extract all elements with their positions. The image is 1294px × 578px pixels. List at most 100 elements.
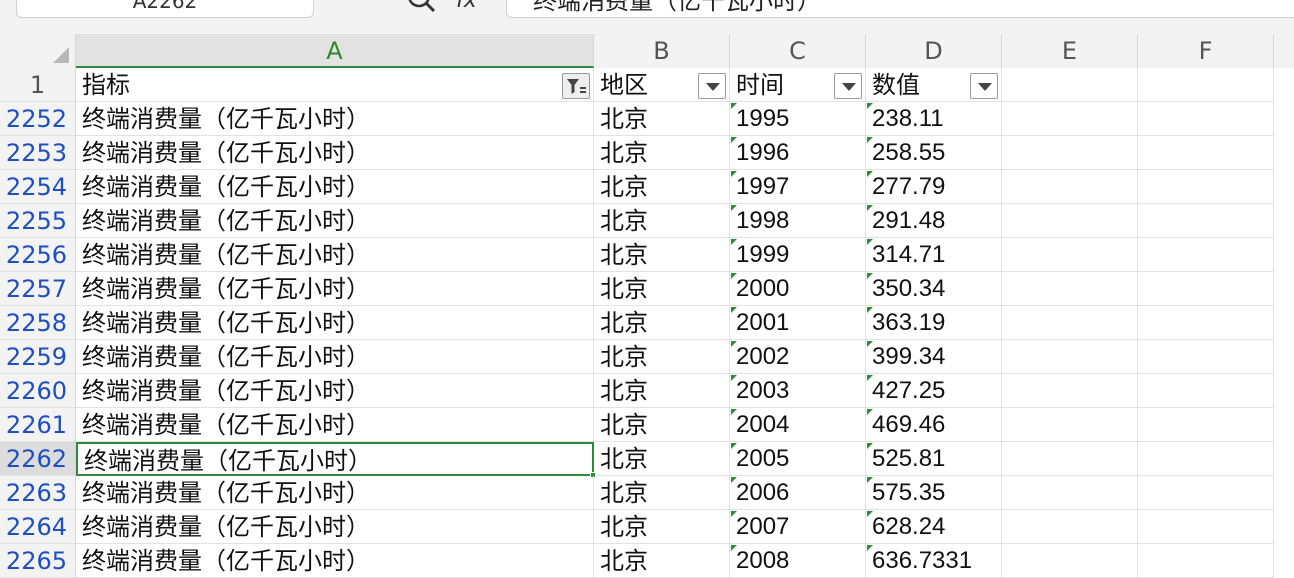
- empty-cell[interactable]: [1002, 170, 1138, 204]
- cell-year[interactable]: 2003: [730, 374, 866, 408]
- formula-input[interactable]: 终端消费量（亿千瓦小时）: [506, 0, 1294, 18]
- empty-cell[interactable]: [1002, 442, 1138, 476]
- cell-value[interactable]: 636.7331: [866, 544, 1002, 578]
- cell-indicator[interactable]: 终端消费量（亿千瓦小时）: [76, 204, 594, 238]
- cell-value[interactable]: 258.55: [866, 136, 1002, 170]
- cell-value[interactable]: 628.24: [866, 510, 1002, 544]
- cell-indicator[interactable]: 终端消费量（亿千瓦小时）: [76, 374, 594, 408]
- cell-year[interactable]: 2002: [730, 340, 866, 374]
- search-icon[interactable]: [404, 0, 440, 16]
- cell-value[interactable]: 575.35: [866, 476, 1002, 510]
- cell-indicator[interactable]: 终端消费量（亿千瓦小时）: [76, 510, 594, 544]
- select-all-corner[interactable]: [0, 34, 76, 68]
- cell-indicator[interactable]: 终端消费量（亿千瓦小时）: [76, 238, 594, 272]
- cell-indicator[interactable]: 终端消费量（亿千瓦小时）: [76, 136, 594, 170]
- column-header-e[interactable]: E: [1002, 34, 1138, 68]
- empty-cell[interactable]: [1002, 238, 1138, 272]
- row-number[interactable]: 2260: [0, 374, 76, 408]
- cell-region[interactable]: 北京: [594, 374, 730, 408]
- header-cell-region[interactable]: 地区: [594, 68, 730, 102]
- cell-indicator[interactable]: 终端消费量（亿千瓦小时）: [76, 442, 594, 476]
- cell-region[interactable]: 北京: [594, 340, 730, 374]
- empty-cell[interactable]: [1138, 340, 1274, 374]
- column-header-a[interactable]: A: [76, 34, 594, 68]
- cell-year[interactable]: 1995: [730, 102, 866, 136]
- row-number[interactable]: 2256: [0, 238, 76, 272]
- cell-region[interactable]: 北京: [594, 136, 730, 170]
- cell-year[interactable]: 2006: [730, 476, 866, 510]
- cell-region[interactable]: 北京: [594, 306, 730, 340]
- cell-year[interactable]: 2008: [730, 544, 866, 578]
- name-box[interactable]: A2262: [16, 0, 314, 18]
- empty-cell[interactable]: [1002, 510, 1138, 544]
- cell-region[interactable]: 北京: [594, 272, 730, 306]
- empty-cell[interactable]: [1138, 442, 1274, 476]
- dropdown-arrow-icon[interactable]: [698, 73, 726, 99]
- row-number[interactable]: 2255: [0, 204, 76, 238]
- empty-cell[interactable]: [1002, 306, 1138, 340]
- empty-cell[interactable]: [1138, 204, 1274, 238]
- row-number[interactable]: 2263: [0, 476, 76, 510]
- cell-region[interactable]: 北京: [594, 102, 730, 136]
- empty-cell[interactable]: [1138, 544, 1274, 578]
- cell-value[interactable]: 238.11: [866, 102, 1002, 136]
- cell-region[interactable]: 北京: [594, 476, 730, 510]
- cell-region[interactable]: 北京: [594, 238, 730, 272]
- cell-indicator[interactable]: 终端消费量（亿千瓦小时）: [76, 340, 594, 374]
- cell-region[interactable]: 北京: [594, 544, 730, 578]
- cell-year[interactable]: 2007: [730, 510, 866, 544]
- empty-cell[interactable]: [1138, 476, 1274, 510]
- cell-year[interactable]: 2000: [730, 272, 866, 306]
- cell-region[interactable]: 北京: [594, 170, 730, 204]
- cell-year[interactable]: 2001: [730, 306, 866, 340]
- row-number[interactable]: 2259: [0, 340, 76, 374]
- empty-cell[interactable]: [1002, 204, 1138, 238]
- cell-indicator[interactable]: 终端消费量（亿千瓦小时）: [76, 102, 594, 136]
- column-header-d[interactable]: D: [866, 34, 1002, 68]
- empty-cell[interactable]: [1002, 408, 1138, 442]
- row-number[interactable]: 2258: [0, 306, 76, 340]
- dropdown-arrow-icon[interactable]: [970, 73, 998, 99]
- cell-value[interactable]: 525.81: [866, 442, 1002, 476]
- column-header-g[interactable]: [1274, 34, 1294, 68]
- dropdown-arrow-icon[interactable]: [834, 73, 862, 99]
- empty-cell[interactable]: [1002, 68, 1138, 102]
- column-header-c[interactable]: C: [730, 34, 866, 68]
- filter-active-icon[interactable]: [562, 73, 590, 99]
- cell-indicator[interactable]: 终端消费量（亿千瓦小时）: [76, 544, 594, 578]
- row-number[interactable]: 2257: [0, 272, 76, 306]
- empty-cell[interactable]: [1138, 408, 1274, 442]
- row-number[interactable]: 2262: [0, 442, 76, 476]
- row-number[interactable]: 2261: [0, 408, 76, 442]
- row-number[interactable]: 1: [0, 68, 76, 102]
- cell-region[interactable]: 北京: [594, 510, 730, 544]
- cell-indicator[interactable]: 终端消费量（亿千瓦小时）: [76, 272, 594, 306]
- column-header-f[interactable]: F: [1138, 34, 1274, 68]
- empty-cell[interactable]: [1138, 68, 1274, 102]
- cell-value[interactable]: 277.79: [866, 170, 1002, 204]
- empty-cell[interactable]: [1138, 510, 1274, 544]
- cell-value[interactable]: 350.34: [866, 272, 1002, 306]
- empty-cell[interactable]: [1002, 476, 1138, 510]
- cell-region[interactable]: 北京: [594, 442, 730, 476]
- empty-cell[interactable]: [1138, 238, 1274, 272]
- empty-cell[interactable]: [1138, 306, 1274, 340]
- cell-value[interactable]: 399.34: [866, 340, 1002, 374]
- cell-region[interactable]: 北京: [594, 204, 730, 238]
- cell-value[interactable]: 363.19: [866, 306, 1002, 340]
- cell-year[interactable]: 1996: [730, 136, 866, 170]
- empty-cell[interactable]: [1138, 136, 1274, 170]
- empty-cell[interactable]: [1002, 102, 1138, 136]
- empty-cell[interactable]: [1002, 272, 1138, 306]
- cell-year[interactable]: 2004: [730, 408, 866, 442]
- cell-region[interactable]: 北京: [594, 408, 730, 442]
- header-cell-value[interactable]: 数值: [866, 68, 1002, 102]
- row-number[interactable]: 2253: [0, 136, 76, 170]
- cell-year[interactable]: 2005: [730, 442, 866, 476]
- cell-year[interactable]: 1998: [730, 204, 866, 238]
- row-number[interactable]: 2254: [0, 170, 76, 204]
- cell-value[interactable]: 427.25: [866, 374, 1002, 408]
- row-number[interactable]: 2264: [0, 510, 76, 544]
- empty-cell[interactable]: [1138, 102, 1274, 136]
- row-number[interactable]: 2252: [0, 102, 76, 136]
